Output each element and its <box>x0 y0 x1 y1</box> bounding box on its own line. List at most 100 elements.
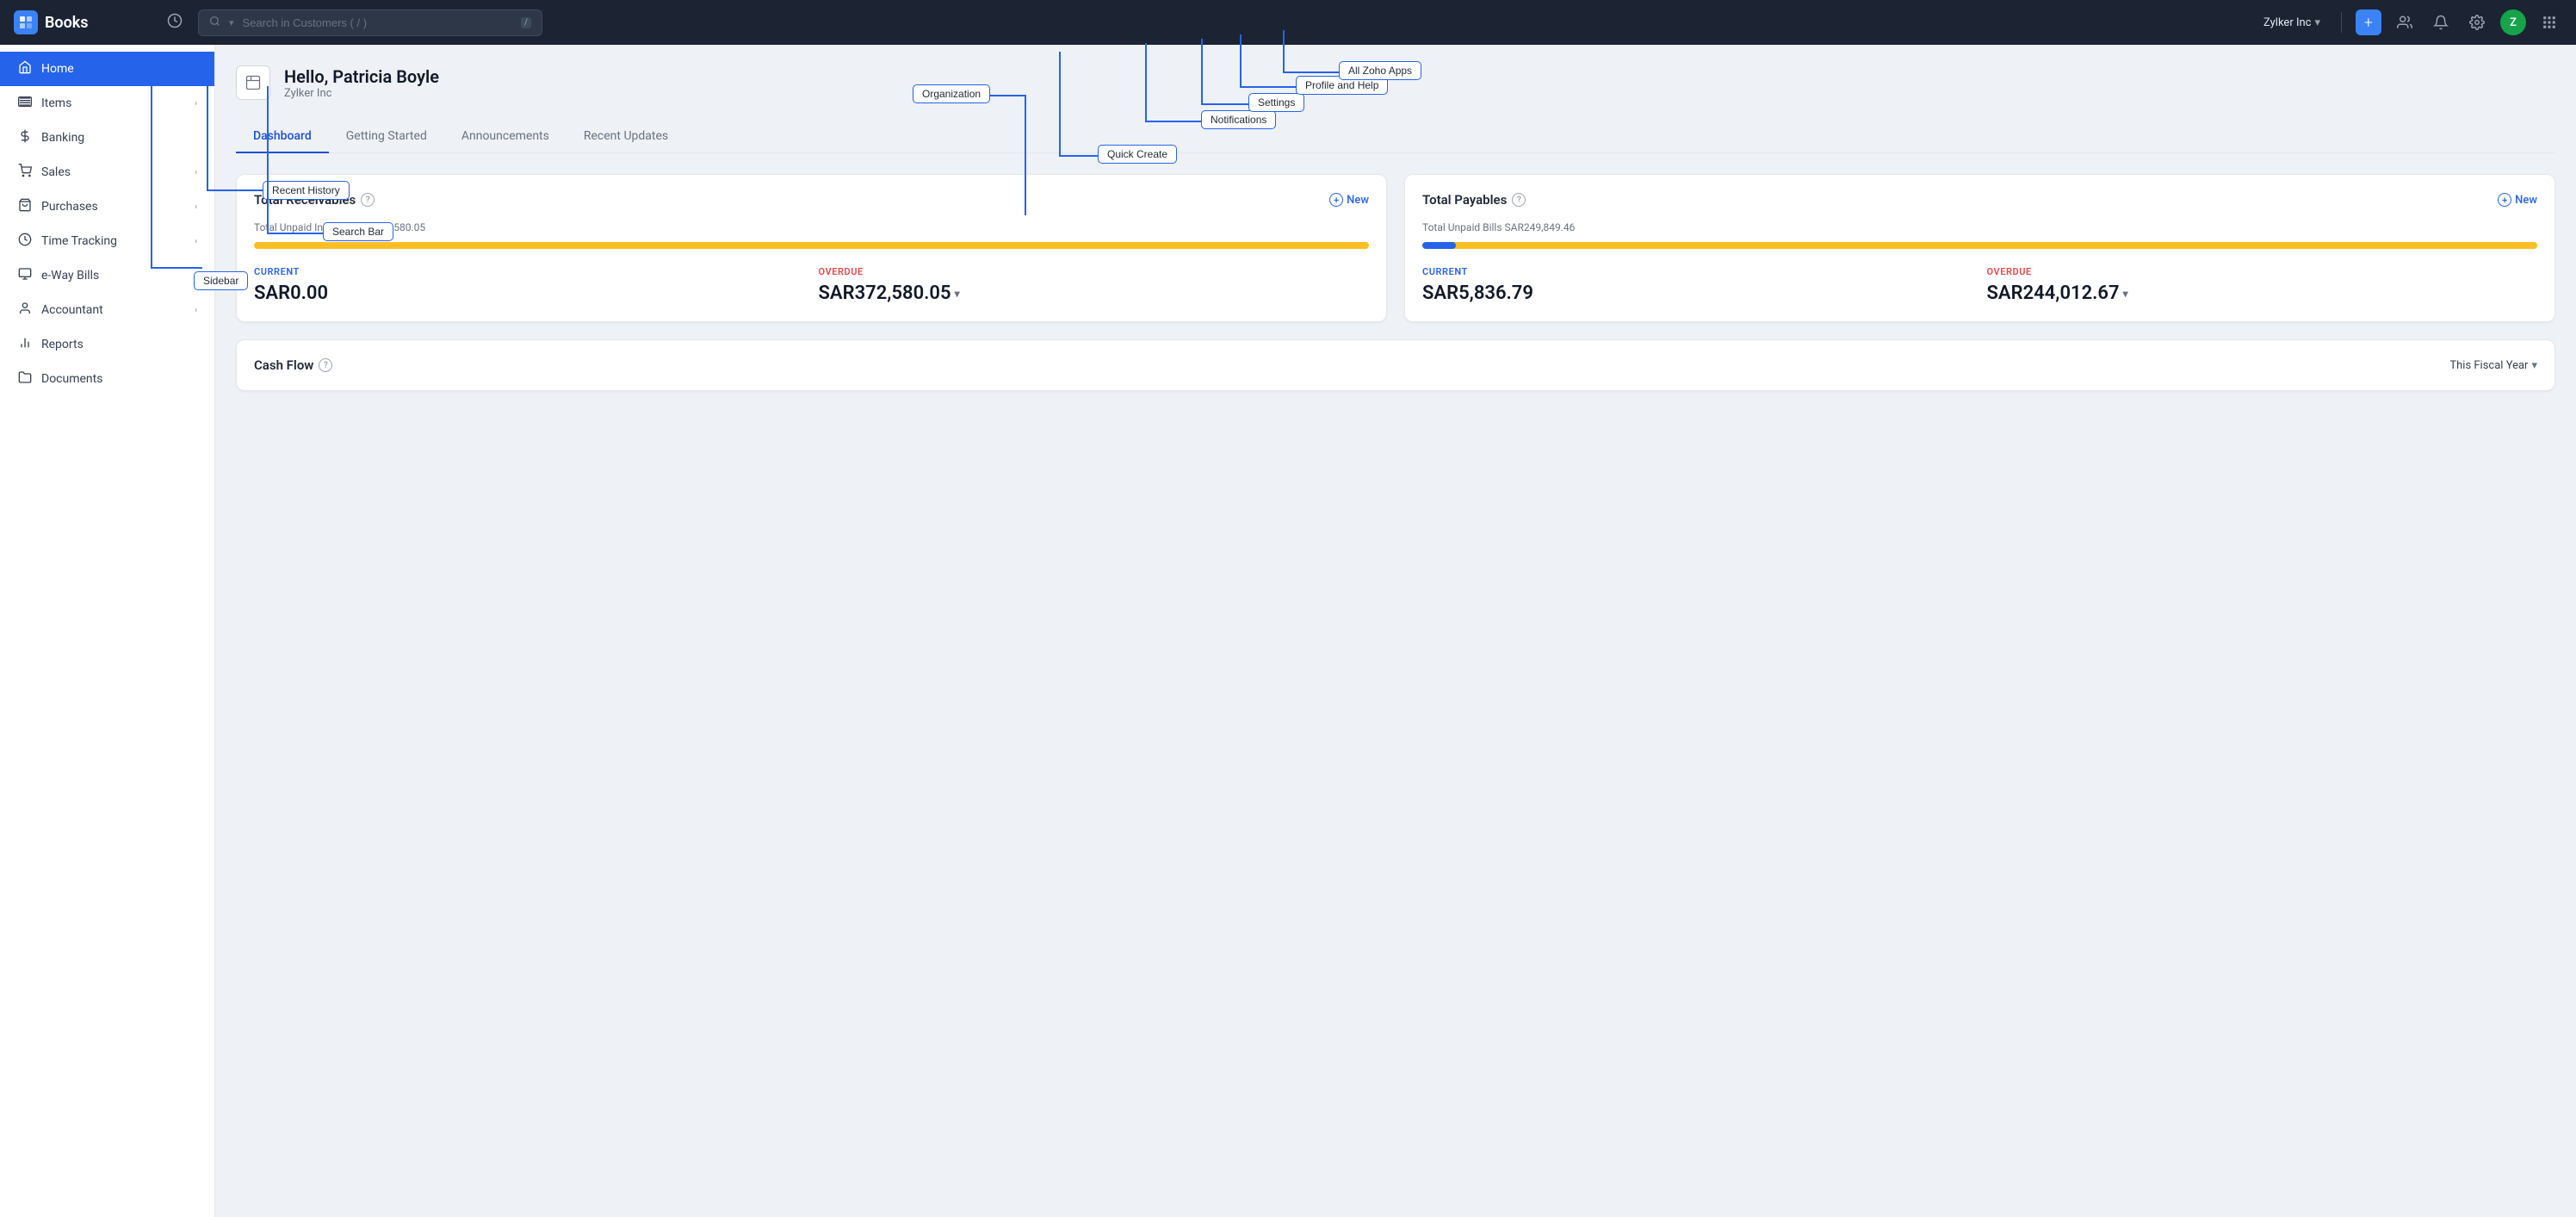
current-value: SAR5,836.79 <box>1422 283 1973 304</box>
sidebar-item-eway-bills[interactable]: e-Way Bills <box>0 258 214 293</box>
dropdown-arrow-icon[interactable]: ▾ <box>2123 288 2128 300</box>
receivables-progress <box>254 242 1369 249</box>
chevron-right-icon: › <box>195 168 197 177</box>
current-value: SAR0.00 <box>254 283 805 304</box>
chevron-right-icon: › <box>195 99 197 109</box>
payables-amounts: CURRENT SAR5,836.79 OVERDUE SAR244,012.6… <box>1422 266 2537 304</box>
sidebar-item-label: e-Way Bills <box>41 269 99 283</box>
receivables-title: Total Receivables ? <box>254 192 375 208</box>
search-bar[interactable]: ▾ / <box>198 9 542 36</box>
sidebar-item-label: Accountant <box>41 303 103 317</box>
settings-button[interactable] <box>2464 9 2490 35</box>
greeting: Hello, Patricia Boyle <box>284 66 439 87</box>
logo-icon <box>14 10 38 34</box>
sidebar-item-label: Banking <box>41 131 84 145</box>
tab-recent-updates[interactable]: Recent Updates <box>567 121 685 153</box>
home-icon <box>17 60 33 78</box>
dropdown-arrow-icon[interactable]: ▾ <box>955 288 960 300</box>
eway-bills-icon <box>17 267 33 284</box>
purchases-icon <box>17 198 33 215</box>
sidebar-item-label: Reports <box>41 338 84 351</box>
notifications-button[interactable] <box>2428 9 2454 35</box>
accountant-icon <box>17 301 33 319</box>
layout: Home Items › Banking <box>0 0 2576 1217</box>
time-tracking-icon <box>17 233 33 250</box>
receivables-amounts: CURRENT SAR0.00 OVERDUE SAR372,580.05 ▾ <box>254 266 1369 304</box>
overdue-value: SAR244,012.67 ▾ <box>1987 283 2538 304</box>
avatar[interactable]: Z <box>2500 9 2526 35</box>
plus-icon: + <box>1329 193 1343 207</box>
fiscal-year-selector[interactable]: This Fiscal Year ▾ <box>2449 359 2537 372</box>
cards-row: Total Receivables ? + New Total Unpaid I… <box>236 174 2555 322</box>
navbar: Books ▾ / Zylker Inc ▾ + <box>0 0 2576 45</box>
overdue-label: OVERDUE <box>819 266 1370 277</box>
documents-icon <box>17 370 33 388</box>
chevron-right-icon: › <box>195 202 197 212</box>
payables-help-icon[interactable]: ? <box>1512 193 1526 207</box>
payables-overdue: OVERDUE SAR244,012.67 ▾ <box>1987 266 2538 304</box>
sales-icon <box>17 164 33 181</box>
current-label: CURRENT <box>1422 266 1973 277</box>
org-selector[interactable]: Zylker Inc ▾ <box>2257 13 2327 33</box>
overdue-value: SAR372,580.05 ▾ <box>819 283 1370 304</box>
sidebar-item-sales[interactable]: Sales › <box>0 155 214 189</box>
tab-announcements[interactable]: Announcements <box>444 121 567 153</box>
plus-icon: + <box>2498 193 2511 207</box>
overdue-label: OVERDUE <box>1987 266 2538 277</box>
chevron-right-icon: › <box>195 306 197 315</box>
sidebar-item-time-tracking[interactable]: Time Tracking › <box>0 224 214 258</box>
all-zoho-apps-button[interactable] <box>2536 9 2562 35</box>
welcome-header: Hello, Patricia Boyle Zylker Inc <box>236 65 2555 100</box>
receivables-header: Total Receivables ? + New <box>254 192 1369 208</box>
sidebar-item-banking[interactable]: Banking <box>0 121 214 155</box>
sidebar-item-label: Purchases <box>41 200 98 214</box>
cashflow-help-icon[interactable]: ? <box>319 358 332 372</box>
chevron-right-icon: › <box>195 237 197 246</box>
receivables-card: Total Receivables ? + New Total Unpaid I… <box>236 174 1387 322</box>
sidebar-item-items[interactable]: Items › <box>0 86 214 121</box>
sidebar-item-label: Sales <box>41 165 71 179</box>
payables-progress-fill <box>1422 242 1456 249</box>
receivables-overdue: OVERDUE SAR372,580.05 ▾ <box>819 266 1370 304</box>
sidebar-item-accountant[interactable]: Accountant › <box>0 293 214 327</box>
history-button[interactable] <box>162 8 188 37</box>
sidebar-item-home[interactable]: Home <box>0 52 214 86</box>
sidebar-item-label: Documents <box>41 372 102 386</box>
app-name: Books <box>45 14 89 32</box>
sidebar-item-label: Home <box>41 62 74 76</box>
current-label: CURRENT <box>254 266 805 277</box>
payables-card: Total Payables ? + New Total Unpaid Bill… <box>1404 174 2555 322</box>
payables-new-button[interactable]: + New <box>2498 193 2537 207</box>
tab-getting-started[interactable]: Getting Started <box>329 121 444 153</box>
sidebar-item-reports[interactable]: Reports <box>0 327 214 362</box>
search-slash-badge: / <box>521 17 531 28</box>
sidebar-item-label: Items <box>41 96 71 110</box>
fiscal-year-chevron-icon: ▾ <box>2531 359 2537 372</box>
cashflow-card: Cash Flow ? This Fiscal Year ▾ <box>236 339 2555 391</box>
search-icon <box>209 16 220 30</box>
payables-title: Total Payables ? <box>1422 192 1526 208</box>
app-logo[interactable]: Books <box>14 10 152 34</box>
receivables-new-button[interactable]: + New <box>1329 193 1369 207</box>
banking-icon <box>17 129 33 146</box>
org-name: Zylker Inc <box>284 87 439 100</box>
tab-dashboard[interactable]: Dashboard <box>236 121 329 153</box>
fiscal-year-label: This Fiscal Year <box>2449 359 2528 372</box>
reports-icon <box>17 336 33 353</box>
navbar-divider <box>2341 12 2342 33</box>
receivables-help-icon[interactable]: ? <box>361 193 375 207</box>
cashflow-header: Cash Flow ? This Fiscal Year ▾ <box>254 357 2537 373</box>
search-input[interactable] <box>243 16 514 29</box>
org-name: Zylker Inc <box>2263 16 2311 29</box>
sidebar-item-documents[interactable]: Documents <box>0 362 214 396</box>
sidebar-item-label: Time Tracking <box>41 234 117 248</box>
payables-current: CURRENT SAR5,836.79 <box>1422 266 1973 304</box>
tabs: Dashboard Getting Started Announcements … <box>236 121 2555 153</box>
sidebar: Home Items › Banking <box>0 45 215 1217</box>
sidebar-item-purchases[interactable]: Purchases › <box>0 189 214 224</box>
contacts-button[interactable] <box>2392 9 2418 35</box>
receivables-current: CURRENT SAR0.00 <box>254 266 805 304</box>
main-content: Hello, Patricia Boyle Zylker Inc Dashboa… <box>215 45 2576 1217</box>
quick-create-button[interactable]: + <box>2356 9 2381 35</box>
items-icon <box>17 95 33 112</box>
